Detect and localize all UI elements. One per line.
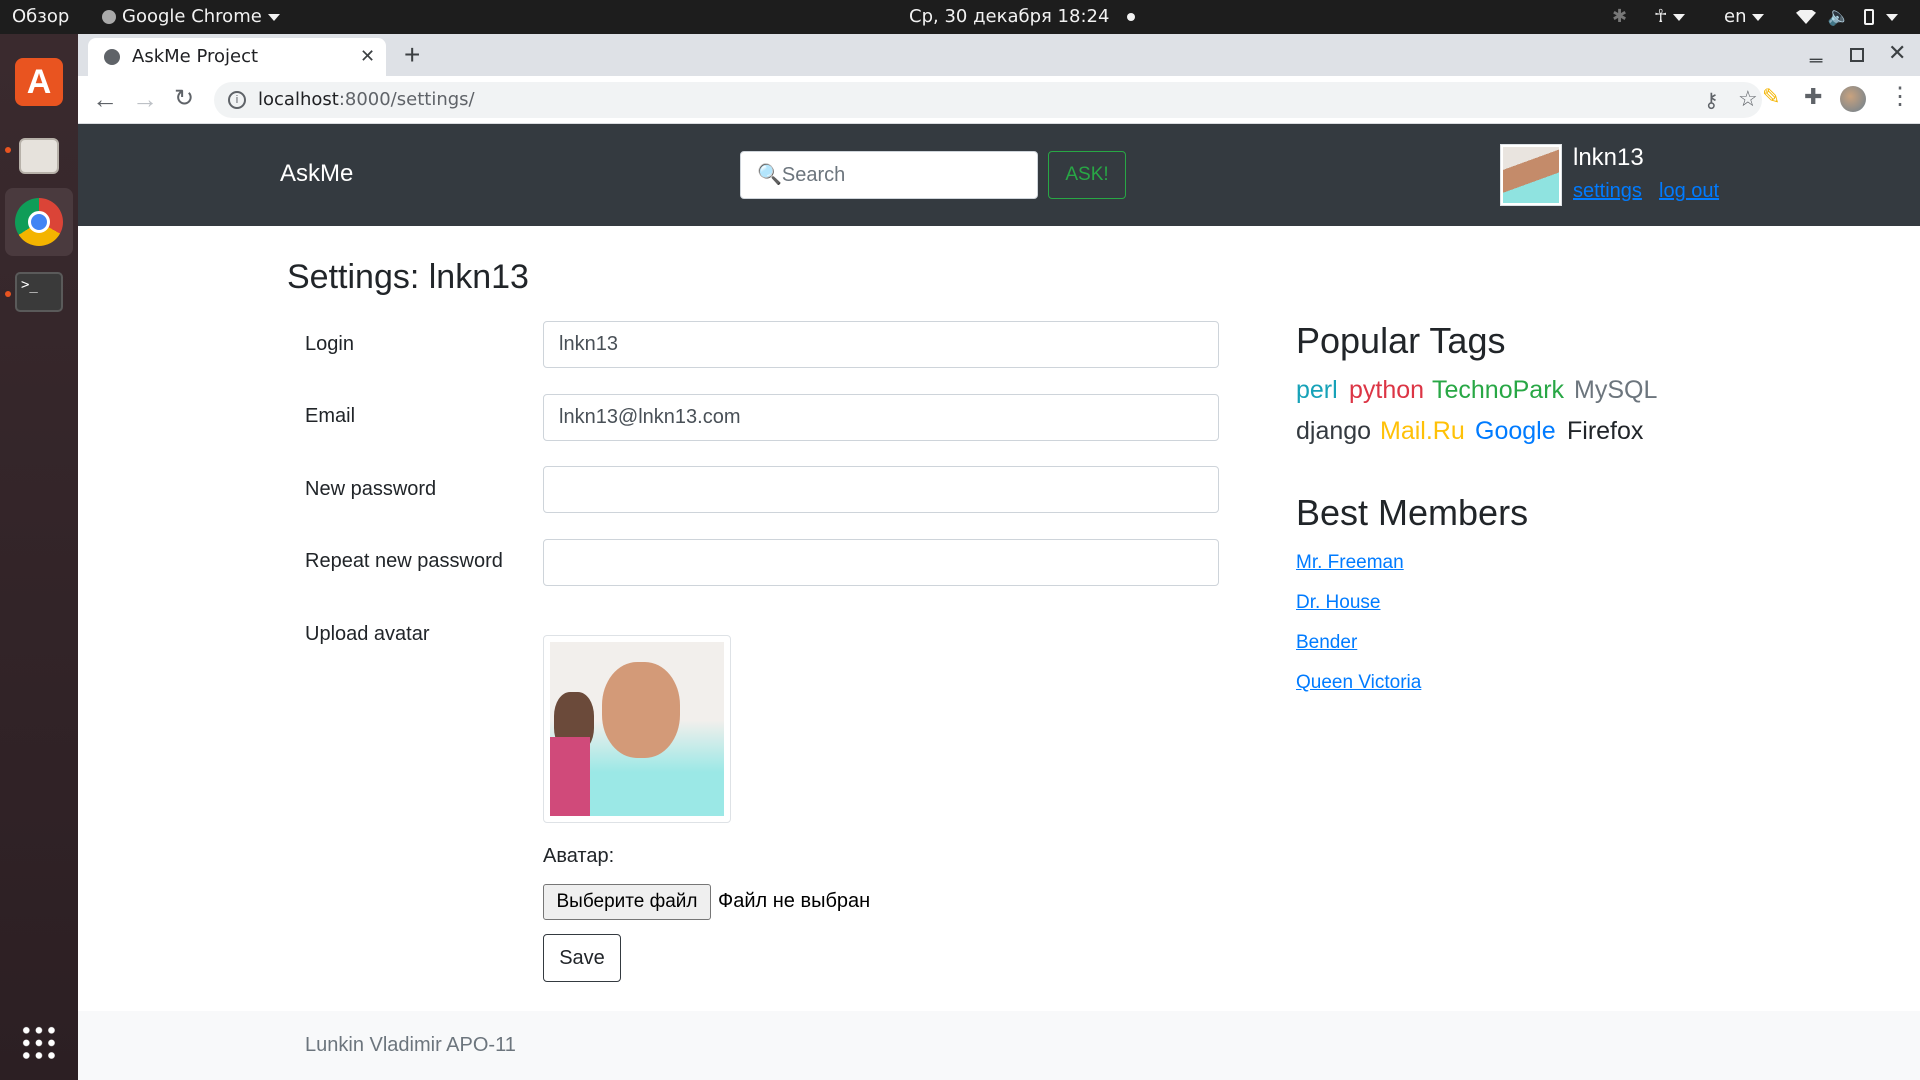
back-button[interactable]: ← <box>92 84 118 115</box>
bookmark-star-icon[interactable]: ☆ <box>1738 86 1758 112</box>
tab-askme[interactable]: AskMe Project ✕ <box>88 38 386 76</box>
dock: A >_ <box>0 34 78 1080</box>
tag-link[interactable]: Google <box>1475 417 1556 446</box>
restore-button[interactable] <box>1850 48 1864 62</box>
reload-button[interactable]: ↻ <box>174 84 194 113</box>
clock-text: Ср, 30 декабря 18:24 <box>909 6 1110 27</box>
tag-link[interactable]: Firefox <box>1567 417 1643 446</box>
avatar-caption: Аватар: <box>543 845 615 867</box>
nav-username: lnkn13 <box>1573 144 1644 171</box>
app-menu[interactable]: Google Chrome <box>102 0 280 34</box>
chrome-small-icon <box>102 10 116 24</box>
member-link[interactable]: Bender <box>1296 632 1357 654</box>
notification-dot-icon <box>1127 13 1136 21</box>
folder-icon <box>19 138 59 174</box>
pencil-extension-icon[interactable]: ✎ <box>1762 84 1780 110</box>
tag-link[interactable]: Mail.Ru <box>1380 417 1465 446</box>
accessibility-icon: ☥ <box>1654 6 1668 27</box>
dock-software-center[interactable]: A <box>5 50 73 118</box>
dock-files[interactable] <box>5 124 73 192</box>
close-window-button[interactable]: ✕ <box>1888 40 1906 66</box>
profile-avatar-icon[interactable] <box>1840 86 1866 112</box>
member-link[interactable]: Queen Victoria <box>1296 672 1421 694</box>
tag-link[interactable]: MySQL <box>1574 376 1657 405</box>
bluetooth-icon[interactable]: ✱ <box>1612 0 1627 34</box>
no-file-text: Файл не выбран <box>718 890 871 912</box>
best-members-heading: Best Members <box>1296 492 1529 533</box>
avatar-preview <box>543 635 731 823</box>
site-navbar: AskMe ASK! lnkn13 settings log out <box>78 124 1920 226</box>
terminal-icon: >_ <box>15 272 63 312</box>
user-avatar <box>1500 144 1562 206</box>
dock-chrome[interactable] <box>5 188 73 256</box>
key-icon[interactable]: ⚷ <box>1704 88 1719 113</box>
email-field[interactable] <box>543 394 1219 441</box>
system-top-bar: Обзор Google Chrome Ср, 30 декабря 18:24… <box>0 0 1920 34</box>
tab-strip: AskMe Project ✕ + ‗ ✕ <box>78 34 1920 76</box>
browser-window: AskMe Project ✕ + ‗ ✕ ← → ↻ i localhost:… <box>78 34 1920 1080</box>
chevron-down-icon <box>267 13 280 21</box>
close-tab-icon[interactable]: ✕ <box>360 46 375 67</box>
choose-file-button[interactable]: Выберите файл <box>543 884 711 920</box>
globe-icon <box>104 49 120 65</box>
app-menu-label: Google Chrome <box>122 6 262 27</box>
language-label: en <box>1724 6 1747 27</box>
search-input[interactable] <box>740 151 1038 199</box>
new-tab-button[interactable]: + <box>404 39 420 71</box>
login-label: Login <box>305 333 354 355</box>
minimize-button[interactable]: ‗ <box>1810 38 1822 64</box>
forward-button[interactable]: → <box>132 84 158 115</box>
software-center-icon: A <box>15 58 63 106</box>
repeat-password-label: Repeat new password <box>305 550 503 572</box>
save-button[interactable]: Save <box>543 934 621 982</box>
logout-link[interactable]: log out <box>1659 180 1719 203</box>
tag-link[interactable]: python <box>1349 376 1424 405</box>
settings-link[interactable]: settings <box>1573 180 1642 203</box>
chevron-down-icon <box>1885 13 1898 21</box>
wifi-icon <box>1796 10 1816 24</box>
avatar-photo-icon <box>550 642 724 816</box>
address-bar[interactable]: i localhost:8000/settings/ ⚷ ☆ <box>214 82 1762 118</box>
accessibility-menu[interactable]: ☥ <box>1654 0 1686 34</box>
info-icon: i <box>228 91 246 109</box>
popular-tags-heading: Popular Tags <box>1296 320 1506 361</box>
tag-link[interactable]: django <box>1296 417 1371 446</box>
volume-icon: 🔈 <box>1827 6 1851 27</box>
app-grid-icon <box>20 1024 58 1062</box>
tag-link[interactable]: perl <box>1296 376 1338 405</box>
page-title: Settings: lnkn13 <box>287 258 529 296</box>
site-brand-link[interactable]: AskMe <box>280 160 353 188</box>
chevron-down-icon <box>1752 13 1765 21</box>
email-label: Email <box>305 405 356 427</box>
url-text: localhost:8000/settings/ <box>258 89 475 110</box>
login-field[interactable] <box>543 321 1219 368</box>
tag-link[interactable]: TechnoPark <box>1432 376 1564 405</box>
footer-text: Lunkin Vladimir APO-11 <box>305 1034 516 1056</box>
system-status-menu[interactable]: 🔈 <box>1796 0 1898 34</box>
repeat-password-field[interactable] <box>543 539 1219 586</box>
member-link[interactable]: Mr. Freeman <box>1296 552 1404 574</box>
dock-terminal[interactable]: >_ <box>5 260 73 328</box>
web-page: AskMe ASK! lnkn13 settings log out Setti… <box>78 124 1920 1080</box>
chrome-icon <box>15 198 63 246</box>
avatar-photo-icon <box>1503 147 1559 203</box>
member-link[interactable]: Dr. House <box>1296 592 1380 614</box>
language-menu[interactable]: en <box>1724 0 1765 34</box>
site-footer: Lunkin Vladimir APO-11 <box>78 1011 1920 1080</box>
show-applications-button[interactable] <box>20 1024 58 1062</box>
chevron-down-icon <box>1673 13 1686 21</box>
tab-title: AskMe Project <box>132 46 259 67</box>
activities-button[interactable]: Обзор <box>12 0 69 34</box>
battery-icon <box>1863 9 1874 25</box>
extensions-puzzle-icon[interactable]: ✚ <box>1804 84 1822 110</box>
menu-kebab-icon[interactable]: ⋮ <box>1888 82 1912 111</box>
new-password-field[interactable] <box>543 466 1219 513</box>
clock[interactable]: Ср, 30 декабря 18:24 <box>909 0 1136 34</box>
new-password-label: New password <box>305 478 437 500</box>
ask-button[interactable]: ASK! <box>1048 151 1126 199</box>
browser-toolbar: ← → ↻ i localhost:8000/settings/ ⚷ ☆ ✎ ✚… <box>78 76 1920 124</box>
upload-avatar-label: Upload avatar <box>305 623 430 645</box>
